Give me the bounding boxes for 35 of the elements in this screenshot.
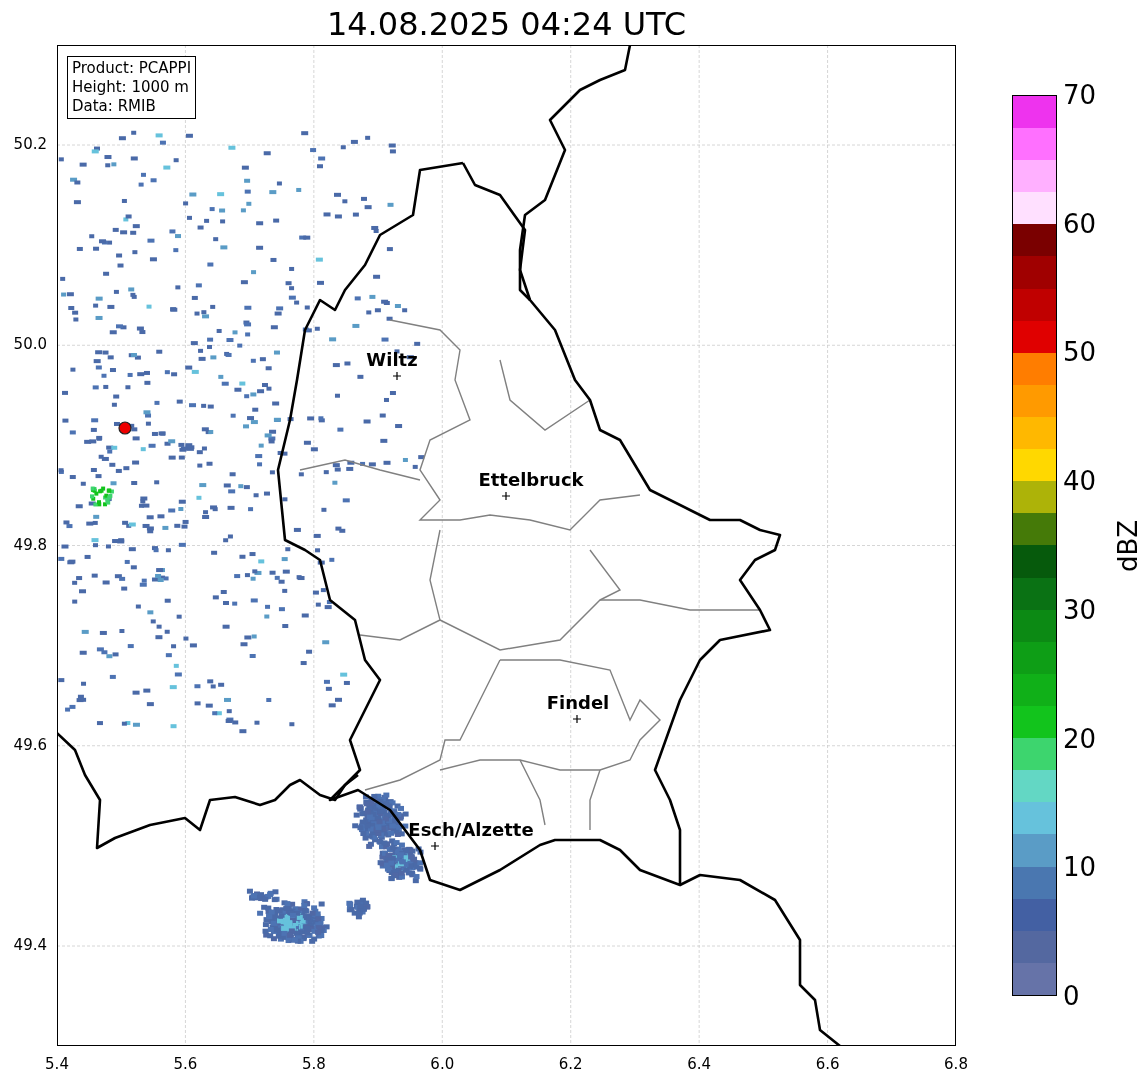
colorbar-tick-label: 20 xyxy=(1063,725,1097,752)
city-label: Ettelbruck xyxy=(478,469,584,490)
x-tick-label: 5.6 xyxy=(173,1057,198,1072)
colorbar-tick-label: 30 xyxy=(1063,596,1097,623)
y-tick-label: 49.6 xyxy=(13,737,47,753)
colorbar-tick-label: 50 xyxy=(1063,339,1097,366)
y-tick-label: 50.0 xyxy=(13,337,47,353)
info-line: Height: 1000 m xyxy=(72,78,190,97)
city-label: Findel xyxy=(546,692,610,713)
city-label: Wiltz xyxy=(366,349,418,370)
colorbar-tick-label: 60 xyxy=(1063,210,1097,237)
y-tick-label: 49.4 xyxy=(13,938,47,953)
colorbar-tick-label: 0 xyxy=(1063,983,1080,1009)
colorbar-tick-label: 40 xyxy=(1063,468,1097,495)
colorbar-tick-label: 70 xyxy=(1063,82,1097,108)
city-marker-icon xyxy=(430,841,440,851)
y-tick-label: 50.2 xyxy=(13,137,47,152)
info-line: Product: PCAPPI xyxy=(72,59,192,78)
info-line: Data: RMIB xyxy=(72,97,157,116)
chart-title: 14.08.2025 04:24 UTC xyxy=(326,8,687,40)
x-tick-label: 5.8 xyxy=(301,1057,326,1072)
x-tick-label: 6.6 xyxy=(815,1057,840,1072)
colorbar-label: dBZ xyxy=(1113,519,1144,572)
city-marker-icon xyxy=(501,491,511,501)
x-tick-label: 6.2 xyxy=(558,1057,583,1072)
x-tick-label: 6.8 xyxy=(944,1057,968,1072)
x-tick-label: 5.4 xyxy=(45,1057,69,1072)
y-tick-label: 49.8 xyxy=(13,537,47,553)
radar-site-marker-icon xyxy=(118,421,132,435)
x-tick-label: 6.0 xyxy=(430,1057,455,1072)
colorbar-tick-label: 10 xyxy=(1063,854,1097,881)
city-label: Esch/Alzette xyxy=(408,819,534,840)
city-marker-icon xyxy=(572,714,582,724)
x-tick-label: 6.4 xyxy=(687,1057,712,1072)
city-marker-icon xyxy=(392,371,402,381)
